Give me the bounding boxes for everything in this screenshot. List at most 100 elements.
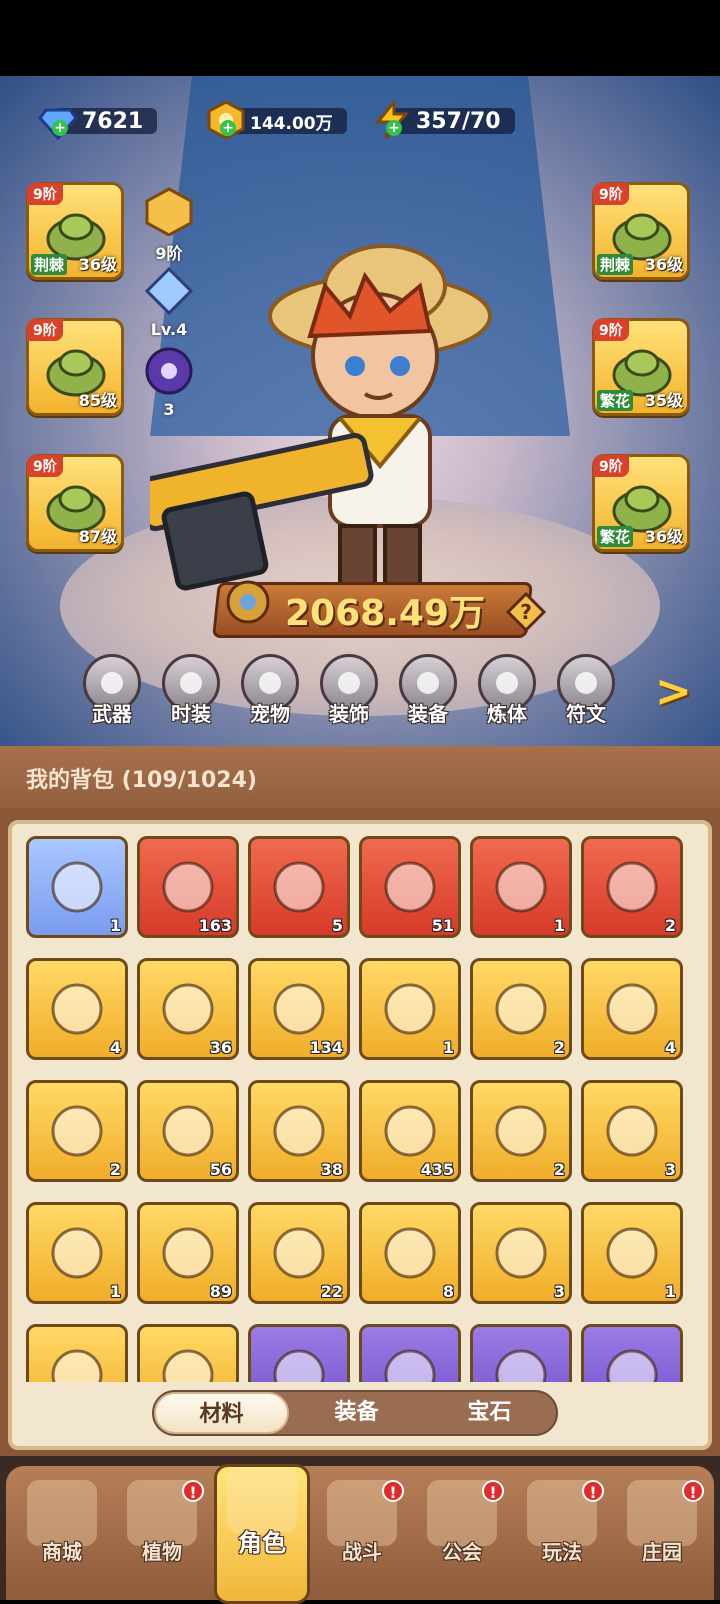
slot-stage: 9阶 bbox=[593, 319, 629, 341]
category-tab-3[interactable]: 宠物 bbox=[234, 654, 306, 727]
filter-equipment[interactable]: 装备 bbox=[289, 1392, 424, 1434]
partial-item-icon bbox=[273, 1349, 325, 1382]
category-tab-5[interactable]: 装备 bbox=[392, 654, 464, 727]
gold-key-icon bbox=[51, 1105, 103, 1157]
coin-plus-icon[interactable]: + bbox=[220, 120, 236, 136]
category-tab-4[interactable]: 装饰 bbox=[313, 654, 385, 727]
slot-level: 36级 bbox=[644, 527, 683, 546]
left-equip-slot-1[interactable]: 9阶 荆棘 36级 bbox=[26, 182, 124, 280]
right-equip-slot-1[interactable]: 9阶 荆棘 36级 bbox=[592, 182, 690, 280]
bag-item[interactable] bbox=[470, 1324, 572, 1382]
bag-item[interactable]: 2 bbox=[581, 836, 683, 938]
item-count: 1 bbox=[109, 916, 121, 935]
nav-tab-7[interactable]: 庄园! bbox=[614, 1480, 710, 1590]
energy-resource[interactable]: 357/70 + bbox=[374, 100, 515, 139]
nav-tab-label: 玩法 bbox=[542, 1540, 582, 1564]
bag-item[interactable] bbox=[581, 1324, 683, 1382]
bag-item[interactable]: 2 bbox=[470, 958, 572, 1060]
nav-tab-label: 植物 bbox=[142, 1540, 182, 1564]
bag-item[interactable]: 1 bbox=[470, 836, 572, 938]
bag-item[interactable]: 89 bbox=[137, 1202, 239, 1304]
left-equip-slot-3[interactable]: 9阶 87级 bbox=[26, 454, 124, 552]
item-count: 38 bbox=[320, 1160, 343, 1179]
category-tabs: 武器 时装 宠物 装饰 装备 炼体 符文 bbox=[0, 650, 720, 730]
bag-item[interactable]: 56 bbox=[137, 1080, 239, 1182]
bag-item[interactable]: 2 bbox=[26, 1080, 128, 1182]
right-equip-slot-3[interactable]: 9阶 繁花 36级 bbox=[592, 454, 690, 552]
right-equip-slot-2[interactable]: 9阶 繁花 35级 bbox=[592, 318, 690, 416]
item-count: 36 bbox=[209, 1038, 232, 1057]
bag-item[interactable]: 163 bbox=[137, 836, 239, 938]
next-arrow-icon[interactable]: > bbox=[655, 666, 692, 717]
duck-coin-icon bbox=[273, 983, 325, 1035]
nav-tab-5[interactable]: 公会! bbox=[414, 1480, 510, 1590]
nav-tab-2[interactable]: 植物! bbox=[114, 1480, 210, 1590]
category-tab-7[interactable]: 符文 bbox=[550, 654, 622, 727]
nav-tab-1[interactable]: 商城 bbox=[14, 1480, 110, 1590]
bag-title: 我的背包 (109/1024) bbox=[26, 768, 257, 793]
bag-item[interactable]: 435 bbox=[359, 1080, 461, 1182]
potion-icon bbox=[384, 861, 436, 913]
power-info-icon[interactable]: ? bbox=[506, 592, 546, 632]
bag-item[interactable]: 1 bbox=[26, 1202, 128, 1304]
slot-stage: 9阶 bbox=[593, 455, 629, 477]
bag-item[interactable] bbox=[359, 1324, 461, 1382]
category-tab-label: 炼体 bbox=[487, 702, 527, 726]
bag-item[interactable]: 1 bbox=[581, 1202, 683, 1304]
lightning-icon: + bbox=[370, 98, 414, 142]
partial-item-icon bbox=[606, 1349, 658, 1382]
coin-resource[interactable]: 144.00万 + bbox=[207, 100, 347, 140]
category-tab-6[interactable]: 炼体 bbox=[471, 654, 543, 727]
bag-item[interactable]: 2 bbox=[470, 1080, 572, 1182]
coin-count: 144.00万 bbox=[250, 113, 333, 134]
bag-filter: 材料 装备 宝石 bbox=[152, 1390, 558, 1436]
bag-item[interactable]: 4 bbox=[581, 958, 683, 1060]
bag-item[interactable]: 51 bbox=[359, 836, 461, 938]
orange-potion-icon bbox=[384, 1105, 436, 1157]
alert-badge-icon: ! bbox=[582, 1480, 604, 1502]
category-tab-2[interactable]: 时装 bbox=[155, 654, 227, 727]
bag-item[interactable]: 36 bbox=[137, 958, 239, 1060]
coin-icon: + bbox=[204, 98, 248, 142]
svg-text:?: ? bbox=[520, 600, 532, 624]
partial-item-icon bbox=[51, 1349, 103, 1382]
filter-materials[interactable]: 材料 bbox=[154, 1392, 289, 1434]
slot-set-tag: 荆棘 bbox=[597, 254, 634, 275]
energy-count: 357/70 bbox=[416, 108, 501, 134]
item-count: 5 bbox=[331, 916, 343, 935]
bag-item[interactable]: 3 bbox=[470, 1202, 572, 1304]
bag-item[interactable]: 8 bbox=[359, 1202, 461, 1304]
bottom-nav: 商城 植物! 角色 战斗! 公会! 玩法! 庄园! bbox=[0, 1456, 720, 1604]
water-drop-icon bbox=[51, 983, 103, 1035]
status-bar-area bbox=[0, 0, 720, 76]
diamond-count: 7621 bbox=[82, 108, 144, 134]
nav-tab-6[interactable]: 玩法! bbox=[514, 1480, 610, 1590]
bag-item[interactable] bbox=[26, 1324, 128, 1382]
stage-medal[interactable]: 9阶 bbox=[140, 186, 198, 264]
power-value: 2068.49万 bbox=[284, 593, 485, 634]
nav-tab-4[interactable]: 战斗! bbox=[314, 1480, 410, 1590]
diamond-resource[interactable]: 7621 + bbox=[38, 104, 158, 140]
category-tab-1[interactable]: 武器 bbox=[76, 654, 148, 727]
bag-item[interactable]: 38 bbox=[248, 1080, 350, 1182]
bag-item[interactable] bbox=[248, 1324, 350, 1382]
bag-item[interactable] bbox=[137, 1324, 239, 1382]
crystal-level[interactable]: Lv.4 bbox=[140, 266, 198, 339]
energy-plus-icon[interactable]: + bbox=[386, 120, 402, 136]
nav-tab-3[interactable]: 角色 bbox=[214, 1464, 310, 1604]
item-count: 1 bbox=[442, 1038, 454, 1057]
category-tab-label: 装备 bbox=[408, 702, 448, 726]
bag-item[interactable]: 22 bbox=[248, 1202, 350, 1304]
item-count: 4 bbox=[664, 1038, 676, 1057]
item-count: 1 bbox=[109, 1282, 121, 1301]
bag-item[interactable]: 3 bbox=[581, 1080, 683, 1182]
orb-count[interactable]: 3 bbox=[140, 346, 198, 419]
bag-item[interactable]: 1 bbox=[26, 836, 128, 938]
left-equip-slot-2[interactable]: 9阶 85级 bbox=[26, 318, 124, 416]
bag-item[interactable]: 134 bbox=[248, 958, 350, 1060]
bag-item[interactable]: 1 bbox=[359, 958, 461, 1060]
diamond-plus-icon[interactable]: + bbox=[52, 120, 68, 136]
bag-item[interactable]: 5 bbox=[248, 836, 350, 938]
filter-gems[interactable]: 宝石 bbox=[422, 1392, 557, 1434]
bag-item[interactable]: 4 bbox=[26, 958, 128, 1060]
